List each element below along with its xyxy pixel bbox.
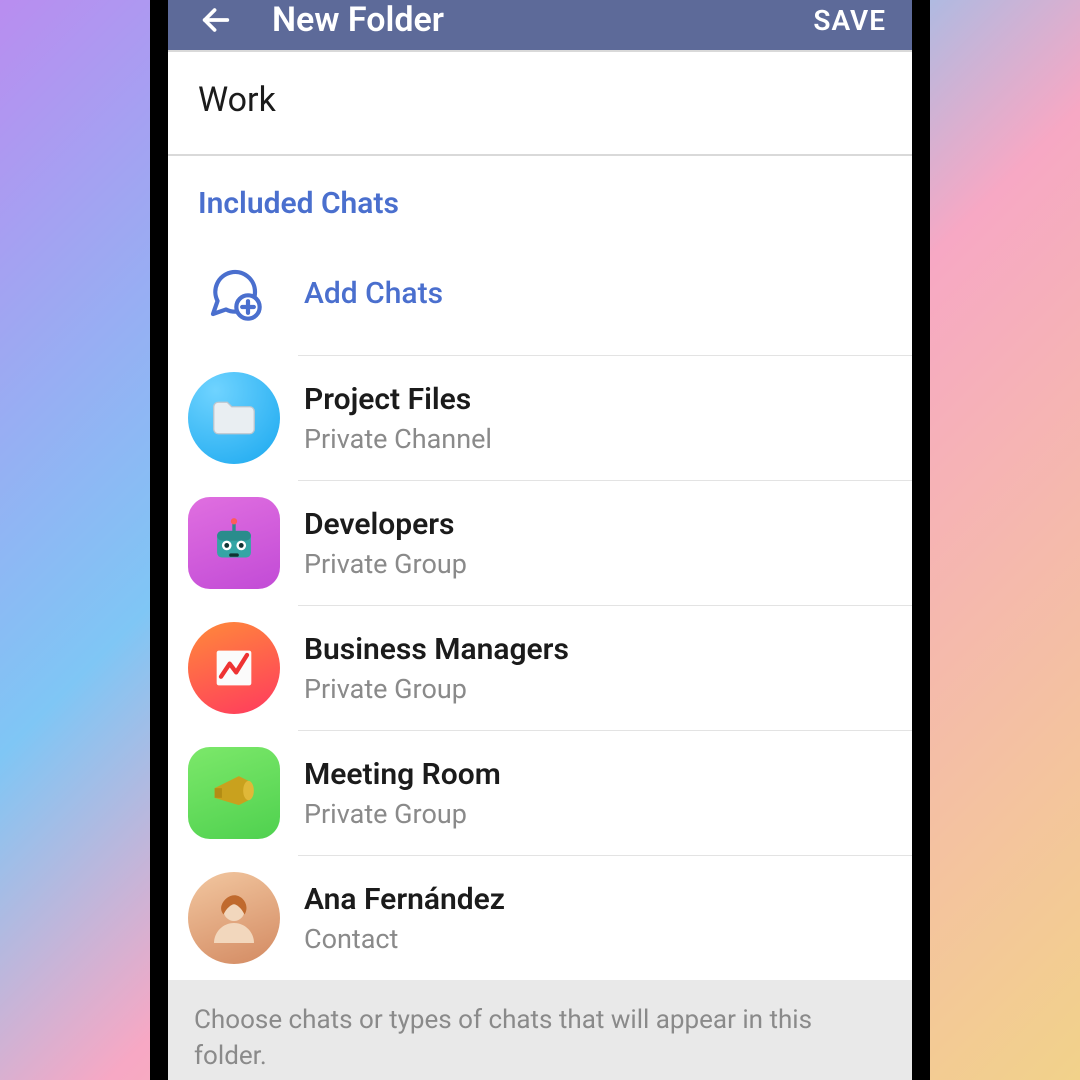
person-avatar	[188, 872, 280, 964]
chat-row[interactable]: Ana Fernández Contact	[168, 856, 912, 980]
chat-name: Ana Fernández	[304, 882, 896, 917]
title-bar: New Folder SAVE	[168, 0, 912, 50]
robot-icon	[188, 497, 280, 589]
save-button[interactable]: SAVE	[813, 4, 892, 37]
chat-row[interactable]: Project Files Private Channel	[168, 356, 912, 480]
chat-row[interactable]: Meeting Room Private Group	[168, 731, 912, 855]
chat-name: Meeting Room	[304, 757, 896, 792]
chat-subtitle: Private Group	[304, 798, 896, 830]
folder-icon	[188, 372, 280, 464]
phone-frame: New Folder SAVE Work Included Chats	[150, 0, 930, 1080]
add-chats-label: Add Chats	[304, 276, 896, 311]
app-screen: New Folder SAVE Work Included Chats	[168, 0, 912, 1080]
add-chats-button[interactable]: Add Chats	[168, 231, 912, 355]
arrow-left-icon	[199, 3, 233, 37]
chat-name: Developers	[304, 507, 896, 542]
chat-name: Project Files	[304, 382, 896, 417]
chat-subtitle: Contact	[304, 923, 896, 955]
megaphone-icon	[188, 747, 280, 839]
section-header: Included Chats	[168, 156, 912, 231]
chat-row[interactable]: Developers Private Group	[168, 481, 912, 605]
add-chat-icon	[188, 247, 280, 339]
chat-subtitle: Private Group	[304, 548, 896, 580]
section-footer-text: Choose chats or types of chats that will…	[168, 980, 912, 1080]
chat-row[interactable]: Business Managers Private Group	[168, 606, 912, 730]
folder-name-input[interactable]: Work	[168, 52, 912, 154]
back-button[interactable]	[188, 3, 244, 37]
chat-name: Business Managers	[304, 632, 896, 667]
included-chats-section: Included Chats Add Chats	[168, 156, 912, 980]
chart-icon	[188, 622, 280, 714]
page-title: New Folder	[244, 0, 813, 40]
chat-subtitle: Private Group	[304, 673, 896, 705]
chat-subtitle: Private Channel	[304, 423, 896, 455]
